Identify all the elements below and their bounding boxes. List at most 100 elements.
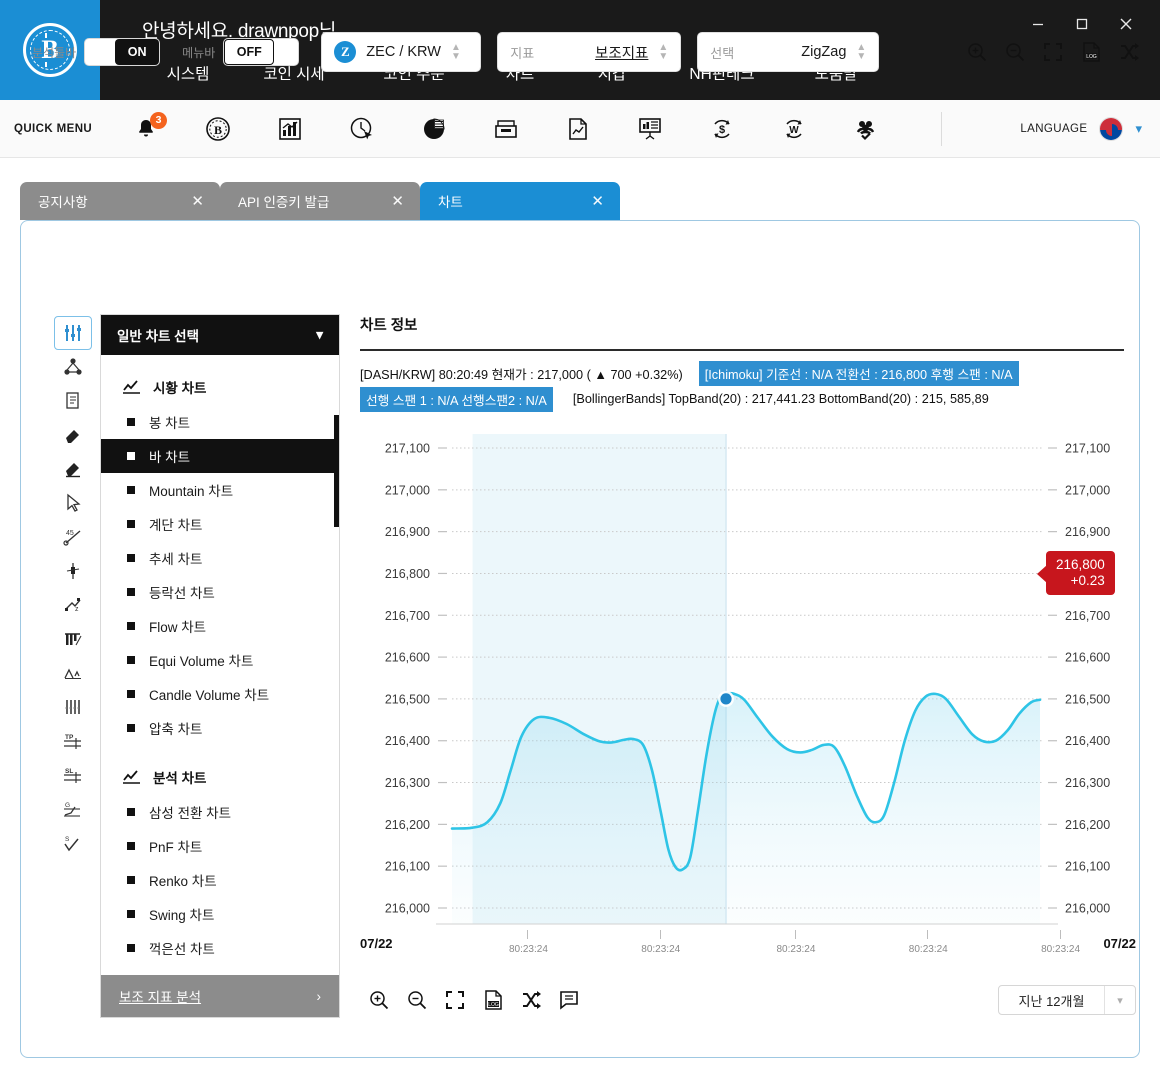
sidebar-scrollbar[interactable]: [334, 415, 339, 527]
y-axis-label-left: 216,700: [385, 609, 430, 623]
menubar-toggle[interactable]: OFF: [223, 38, 300, 66]
chevron-down-icon[interactable]: ▾: [1105, 994, 1135, 1007]
file-drawer-icon[interactable]: [470, 100, 542, 158]
z-line-icon[interactable]: z: [54, 588, 92, 622]
svg-text:W: W: [789, 125, 799, 136]
quick-menu-icons: 3 B $ W: [110, 100, 902, 158]
s-line-icon[interactable]: S: [54, 826, 92, 860]
presentation-icon[interactable]: [614, 100, 686, 158]
quick-menu-label: QUICK MENU: [14, 122, 93, 135]
tab-0[interactable]: 공지사항 ✕: [20, 182, 220, 220]
log-icon[interactable]: LOG: [474, 981, 512, 1019]
pair-selector[interactable]: Z ZEC / KRW ▲ ▼: [321, 32, 482, 72]
tab-close-icon[interactable]: ✕: [591, 192, 604, 210]
sidebar-item[interactable]: PnF 차트: [101, 829, 339, 863]
chart-marker-dot[interactable]: [720, 693, 732, 705]
tab-1[interactable]: API 인증키 발급 ✕: [220, 182, 420, 220]
language-selector[interactable]: LANGUAGE ▾: [1020, 116, 1142, 141]
zoom-out-icon[interactable]: [398, 981, 436, 1019]
indicator-selector[interactable]: 지표 보조지표 ▲ ▼: [497, 32, 682, 72]
group-check-icon[interactable]: [830, 100, 902, 158]
sidebar-item[interactable]: 압축 차트: [101, 711, 339, 745]
log-icon[interactable]: LOG: [1072, 33, 1110, 71]
bullet-square-icon: [127, 876, 135, 884]
sidebar-item[interactable]: 삼성 전환 차트: [101, 795, 339, 829]
bar-chart-icon[interactable]: [254, 100, 326, 158]
chevron-right-icon[interactable]: ›: [317, 989, 322, 1004]
sidebar-footer-button[interactable]: 보조 지표 분석 ›: [101, 975, 339, 1017]
tab-close-icon[interactable]: ✕: [391, 192, 404, 210]
y-axis-label-right: 216,100: [1065, 860, 1110, 874]
peak-tool-icon[interactable]: [54, 656, 92, 690]
sidebar-item[interactable]: 봉 차트: [101, 405, 339, 439]
fullscreen-icon[interactable]: [436, 981, 474, 1019]
shuffle-icon[interactable]: [1110, 33, 1148, 71]
bullet-square-icon: [127, 944, 135, 952]
chart-info-row-1: [DASH/KRW] 80:20:49 현재가 : 217,000 ( ▲ 70…: [360, 360, 1132, 386]
sliders-icon[interactable]: [54, 316, 92, 350]
pie-chart-icon[interactable]: [398, 100, 470, 158]
document-copy-icon[interactable]: [54, 384, 92, 418]
tab-2[interactable]: 차트 ✕: [420, 182, 620, 220]
zoom-in-icon[interactable]: [360, 981, 398, 1019]
sidebar-item[interactable]: Candle Volume 차트: [101, 677, 339, 711]
price-flag-change: +0.23: [1070, 572, 1105, 588]
tab-close-icon[interactable]: ✕: [191, 192, 204, 210]
sidebar-item-label: PnF 차트: [149, 840, 203, 855]
fullscreen-icon[interactable]: [1034, 33, 1072, 71]
chevron-down-icon[interactable]: ▾: [316, 327, 323, 343]
analysis-toolbar-toggle[interactable]: ON: [84, 38, 161, 66]
select-selector[interactable]: 선택 ZigZag ▲ ▼: [697, 32, 880, 72]
sidebar-item[interactable]: Swing 차트: [101, 897, 339, 931]
bitcoin-icon[interactable]: B: [182, 100, 254, 158]
y-axis-label-left: 216,200: [385, 818, 430, 832]
y-axis-label-left: 216,000: [385, 902, 430, 916]
zoom-out-icon[interactable]: [996, 33, 1034, 71]
sidebar-item-label: Equi Volume 차트: [149, 654, 254, 669]
zoom-in-icon[interactable]: [958, 33, 996, 71]
timeframe-selector[interactable]: 지난 12개월 ▾: [998, 985, 1136, 1015]
y-axis-label-right: 216,400: [1065, 734, 1110, 748]
cursor-arrow-icon[interactable]: [54, 486, 92, 520]
eraser-alt-icon[interactable]: [54, 452, 92, 486]
tab-label: 차트: [438, 195, 463, 210]
spinner-icon[interactable]: ▲ ▼: [856, 43, 866, 62]
dollar-exchange-icon[interactable]: $: [686, 100, 758, 158]
zec-coin-icon: Z: [334, 41, 357, 63]
sidebar-item-label: Renko 차트: [149, 874, 217, 889]
sidebar-item[interactable]: Flow 차트: [101, 609, 339, 643]
shuffle-icon[interactable]: [512, 981, 550, 1019]
x-axis-tick: [527, 930, 529, 939]
sidebar-header[interactable]: 일반 차트 선택 ▾: [101, 315, 339, 355]
eraser-icon[interactable]: [54, 418, 92, 452]
clock-cursor-icon[interactable]: [326, 100, 398, 158]
sidebar-list[interactable]: 시황 차트 봉 차트 바 차트 Mountain 차트 계단 차트 추세 차트 등락선 차트…: [101, 355, 339, 975]
sidebar-item-label: 압축 차트: [149, 722, 203, 737]
sidebar-item[interactable]: Mountain 차트: [101, 473, 339, 507]
pin-line-icon[interactable]: [54, 554, 92, 588]
spinner-icon[interactable]: ▲ ▼: [451, 43, 461, 62]
document-chart-icon[interactable]: [542, 100, 614, 158]
sidebar-item[interactable]: 꺽은선 차트: [101, 931, 339, 965]
sidebar-item[interactable]: Renko 차트: [101, 863, 339, 897]
comment-icon[interactable]: [550, 981, 588, 1019]
sidebar-item[interactable]: 바 차트: [101, 439, 339, 473]
spinner-icon[interactable]: ▲ ▼: [658, 43, 668, 62]
bar-tool-icon[interactable]: [54, 622, 92, 656]
select-label: 선택: [710, 45, 735, 61]
chevron-down-icon[interactable]: ▾: [1135, 121, 1142, 137]
sidebar-item[interactable]: 추세 차트: [101, 541, 339, 575]
sl-line-icon[interactable]: SL: [54, 758, 92, 792]
price-chart[interactable]: 217,100 217,100 217,000 217,000 216,900 216,9…: [360, 426, 1136, 955]
node-network-icon[interactable]: [54, 350, 92, 384]
angle-45-icon[interactable]: 45: [54, 520, 92, 554]
sidebar-item-label: 삼성 전환 차트: [149, 806, 232, 821]
won-exchange-icon[interactable]: W: [758, 100, 830, 158]
sidebar-item[interactable]: 등락선 차트: [101, 575, 339, 609]
g-line-icon[interactable]: G: [54, 792, 92, 826]
tp-line-icon[interactable]: TP: [54, 724, 92, 758]
vertical-lines-icon[interactable]: [54, 690, 92, 724]
bell-icon[interactable]: 3: [110, 100, 182, 158]
sidebar-item[interactable]: 계단 차트: [101, 507, 339, 541]
sidebar-item[interactable]: Equi Volume 차트: [101, 643, 339, 677]
